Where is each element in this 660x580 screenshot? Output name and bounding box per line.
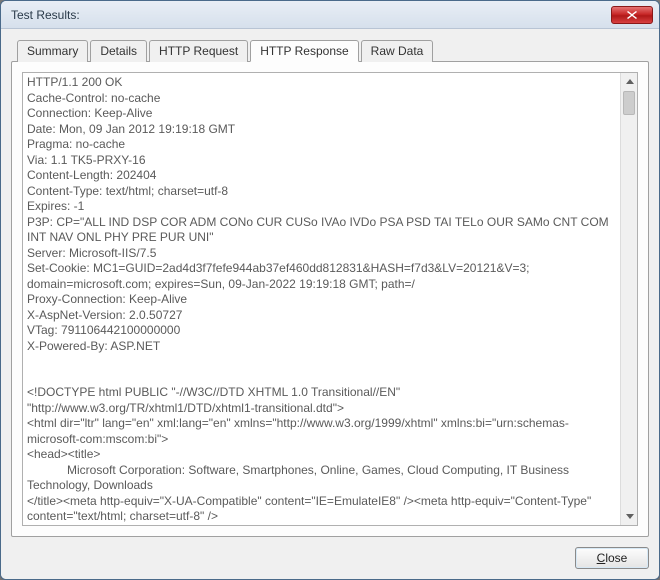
tab-raw-data[interactable]: Raw Data <box>361 40 434 62</box>
tab-http-request[interactable]: HTTP Request <box>149 40 248 62</box>
scroll-thumb[interactable] <box>623 91 635 115</box>
tab-summary[interactable]: Summary <box>17 40 88 62</box>
tab-details[interactable]: Details <box>90 40 147 62</box>
window-close-button[interactable] <box>611 6 653 24</box>
tab-http-response[interactable]: HTTP Response <box>250 40 358 62</box>
close-icon <box>627 11 637 19</box>
scroll-up-button[interactable] <box>621 73 638 90</box>
response-text-content: HTTP/1.1 200 OK Cache-Control: no-cache … <box>27 75 619 523</box>
tab-strip: Summary Details HTTP Request HTTP Respon… <box>11 39 649 61</box>
chevron-up-icon <box>626 79 634 84</box>
titlebar[interactable]: Test Results: <box>1 1 659 29</box>
tab-panel: HTTP/1.1 200 OK Cache-Control: no-cache … <box>11 61 649 537</box>
window-title: Test Results: <box>11 8 611 22</box>
response-textbox[interactable]: HTTP/1.1 200 OK Cache-Control: no-cache … <box>22 72 638 526</box>
vertical-scrollbar[interactable] <box>620 73 637 525</box>
client-area: Summary Details HTTP Request HTTP Respon… <box>1 29 659 579</box>
dialog-window: Test Results: Summary Details HTTP Reque… <box>0 0 660 580</box>
scroll-down-button[interactable] <box>621 508 638 525</box>
dialog-button-row: Close <box>11 537 649 571</box>
chevron-down-icon <box>626 514 634 519</box>
close-button[interactable]: Close <box>575 547 649 569</box>
